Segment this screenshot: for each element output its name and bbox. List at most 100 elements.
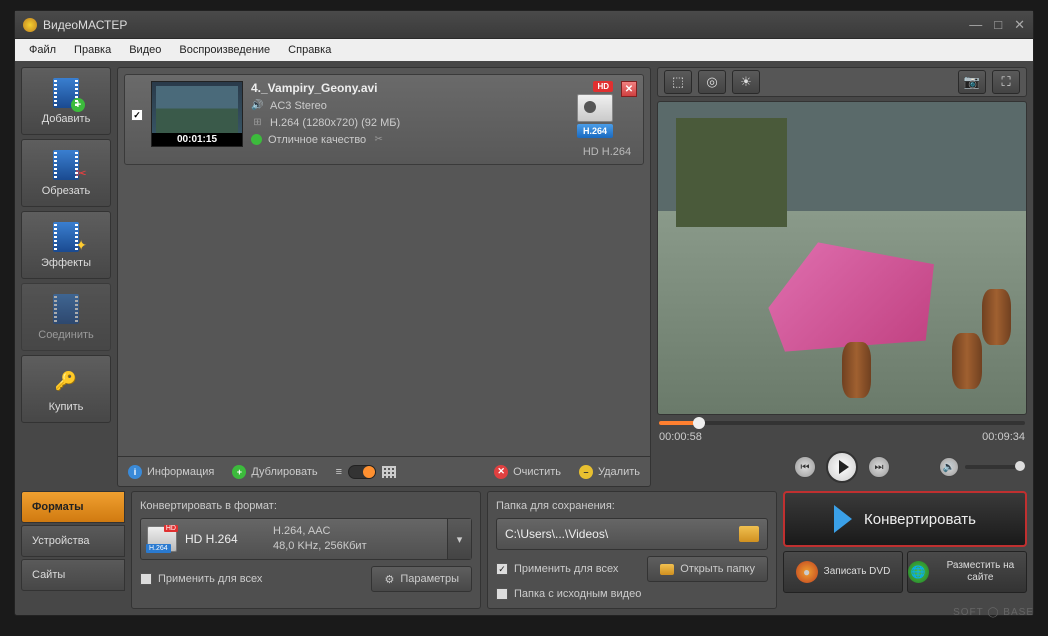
- same-folder-checkbox[interactable]: Папка с исходным видео: [496, 588, 768, 600]
- format-label: HD H.264: [583, 146, 631, 158]
- preview-pane: ⬚ ◎ ☀ 📷 ⛶ 00:00:5: [657, 67, 1027, 487]
- parameters-button[interactable]: ⚙Параметры: [371, 566, 472, 592]
- add-button[interactable]: + Добавить: [21, 67, 111, 135]
- volume-button[interactable]: 🔊: [939, 457, 959, 477]
- preview-toolbar: ⬚ ◎ ☀ 📷 ⛶: [657, 67, 1027, 97]
- duplicate-button[interactable]: +Дублировать: [232, 465, 317, 479]
- time-current: 00:00:58: [659, 431, 702, 443]
- time-total: 00:09:34: [982, 431, 1025, 443]
- thumbnail[interactable]: 00:01:15: [151, 81, 243, 147]
- codec-info: H.264 (1280x720) (92 МБ): [270, 117, 400, 129]
- globe-icon: 🌐: [908, 561, 929, 583]
- key-icon: 🔑: [50, 365, 82, 397]
- effects-button[interactable]: ✦ Эффекты: [21, 211, 111, 279]
- scissors-small-icon[interactable]: ✂: [372, 133, 385, 146]
- quality-icon: [251, 134, 262, 145]
- view-toggle[interactable]: [348, 465, 376, 479]
- format-selector[interactable]: HDH.264 HD H.264 H.264, AAC48,0 KHz, 256…: [140, 518, 472, 560]
- delete-button[interactable]: –Удалить: [579, 465, 640, 479]
- folder-icon: [660, 564, 674, 575]
- file-list: ✓ 00:01:15 4._Vampiry_Geony.avi 🔊 AC3 Ste…: [117, 67, 651, 487]
- play-button[interactable]: [826, 451, 858, 483]
- app-title: ВидеоМАСТЕР: [43, 18, 969, 32]
- format-badge: H.264: [577, 124, 613, 138]
- info-button[interactable]: iИнформация: [128, 465, 214, 479]
- clear-icon: ✕: [494, 465, 508, 479]
- audio-info: AC3 Stereo: [270, 100, 327, 112]
- maximize-button[interactable]: □: [994, 17, 1002, 33]
- close-button[interactable]: ✕: [1014, 17, 1025, 33]
- film-icon: ✂: [53, 150, 79, 180]
- trim-button[interactable]: ✂ Обрезать: [21, 139, 111, 207]
- snapshot-button[interactable]: 📷: [958, 70, 986, 94]
- save-path: C:\Users\...\Videos\: [505, 527, 733, 541]
- grid-icon: [382, 466, 396, 478]
- burn-dvd-button[interactable]: ● Записать DVD: [783, 551, 903, 593]
- menu-edit[interactable]: Правка: [66, 42, 119, 58]
- video-viewport[interactable]: [657, 101, 1027, 415]
- film-icon: +: [53, 78, 79, 108]
- lines-icon: ≡: [336, 466, 342, 478]
- item-checkbox[interactable]: ✓: [131, 109, 143, 121]
- save-panel: Папка для сохранения: C:\Users\...\Video…: [487, 491, 777, 609]
- browse-folder-button[interactable]: [739, 526, 759, 542]
- watermark: SOFT ◯ BASE: [953, 607, 1034, 618]
- sidebar: + Добавить ✂ Обрезать ✦ Эффекты Соединит…: [21, 67, 111, 487]
- duplicate-icon: +: [232, 465, 246, 479]
- title-bar: ВидеоМАСТЕР — □ ✕: [15, 11, 1033, 39]
- quality-label: Отличное качество: [268, 134, 366, 146]
- camera-icon: [577, 94, 613, 122]
- clear-button[interactable]: ✕Очистить: [494, 465, 561, 479]
- menu-video[interactable]: Видео: [121, 42, 169, 58]
- buy-button[interactable]: 🔑 Купить: [21, 355, 111, 423]
- video-icon: ⊞: [251, 116, 264, 129]
- tab-devices[interactable]: Устройства: [21, 525, 125, 557]
- info-icon: i: [128, 465, 142, 479]
- file-name: 4._Vampiry_Geony.avi: [251, 81, 563, 95]
- crop-button[interactable]: ⬚: [664, 70, 692, 94]
- save-panel-title: Папка для сохранения:: [496, 500, 768, 512]
- list-item[interactable]: ✓ 00:01:15 4._Vampiry_Geony.avi 🔊 AC3 Ste…: [124, 74, 644, 165]
- menu-playback[interactable]: Воспроизведение: [171, 42, 278, 58]
- duration-label: 00:01:15: [152, 133, 242, 146]
- prev-button[interactable]: ⏮: [794, 456, 816, 478]
- publish-button[interactable]: 🌐 Разместить на сайте: [907, 551, 1027, 593]
- scissors-icon: ✂: [75, 165, 87, 182]
- film-icon: ✦: [53, 222, 79, 252]
- settings-button[interactable]: ◎: [698, 70, 726, 94]
- convert-button[interactable]: Конвертировать: [783, 491, 1027, 547]
- tab-sites[interactable]: Сайты: [21, 559, 125, 591]
- tab-formats[interactable]: Форматы: [21, 491, 125, 523]
- view-toggles: ≡: [336, 465, 396, 479]
- action-column: Конвертировать ● Записать DVD 🌐 Размести…: [783, 491, 1027, 609]
- app-logo-icon: [23, 18, 37, 32]
- format-name: HD H.264: [185, 532, 265, 546]
- format-panel: Конвертировать в формат: HDH.264 HD H.26…: [131, 491, 481, 609]
- save-path-box: C:\Users\...\Videos\: [496, 518, 768, 550]
- dvd-icon: ●: [796, 561, 818, 583]
- format-dropdown-button[interactable]: ▾: [447, 519, 471, 559]
- wand-icon: ✦: [75, 237, 87, 254]
- film-icon: [53, 294, 79, 324]
- menu-bar: Файл Правка Видео Воспроизведение Справк…: [15, 39, 1033, 61]
- seek-slider[interactable]: [659, 421, 1025, 425]
- menu-help[interactable]: Справка: [280, 42, 339, 58]
- remove-item-button[interactable]: ✕: [621, 81, 637, 97]
- plus-icon: +: [71, 98, 85, 112]
- hd-badge: HD: [593, 81, 613, 92]
- fullscreen-button[interactable]: ⛶: [992, 70, 1020, 94]
- gear-icon: ⚙: [384, 573, 394, 586]
- audio-icon: 🔊: [251, 99, 264, 112]
- next-button[interactable]: ⏭: [868, 456, 890, 478]
- open-folder-button[interactable]: Открыть папку: [647, 556, 768, 582]
- format-panel-title: Конвертировать в формат:: [140, 500, 472, 512]
- brightness-button[interactable]: ☀: [732, 70, 760, 94]
- join-button[interactable]: Соединить: [21, 283, 111, 351]
- minimize-button[interactable]: —: [969, 17, 982, 33]
- save-apply-all-checkbox[interactable]: ✓Применить для всех: [496, 563, 618, 575]
- camera-icon: HDH.264: [147, 526, 177, 552]
- volume-slider[interactable]: [965, 465, 1025, 469]
- list-toolbar: iИнформация +Дублировать ≡ ✕Очистить –Уд…: [118, 456, 650, 486]
- menu-file[interactable]: Файл: [21, 42, 64, 58]
- apply-all-checkbox[interactable]: Применить для всех: [140, 573, 262, 585]
